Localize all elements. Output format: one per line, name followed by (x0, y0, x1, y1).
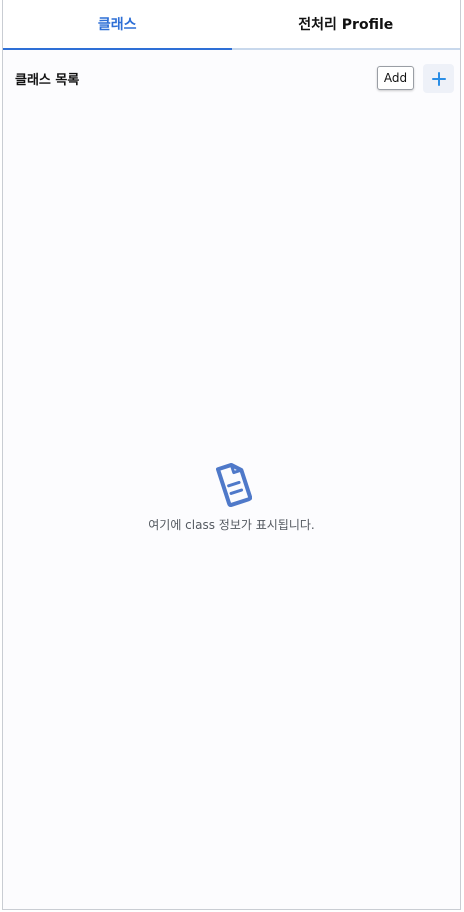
empty-state-message: 여기에 class 정보가 표시됩니다. (148, 518, 315, 532)
tab-classes-label: 클래스 (97, 17, 137, 33)
document-icon (216, 462, 252, 507)
add-class-plus-button[interactable] (423, 64, 454, 93)
tab-preprocessing-profile[interactable]: 전처리 Profile (232, 0, 461, 48)
tab-classes[interactable]: 클래스 (3, 0, 232, 50)
class-list-title: 클래스 목록 (15, 73, 80, 88)
tab-preprocessing-profile-label: 전처리 Profile (298, 17, 394, 33)
plus-icon (431, 71, 446, 86)
tab-bar: 클래스 전처리 Profile (3, 0, 460, 50)
app-panel: 클래스 전처리 Profile 클래스 목록 Add 여기에 class 정보가… (2, 0, 461, 910)
add-button[interactable]: Add (377, 66, 414, 90)
